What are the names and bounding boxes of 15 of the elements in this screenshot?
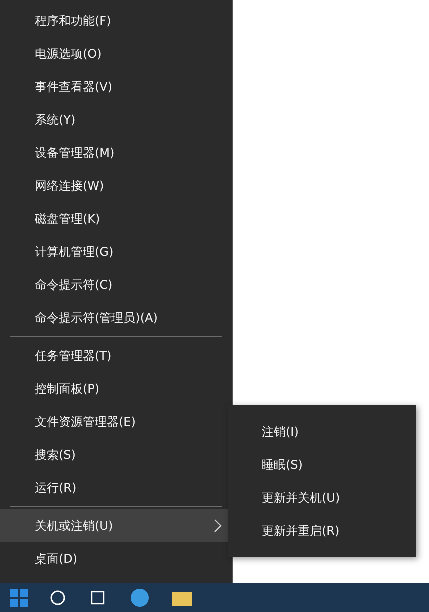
menu-item[interactable]: 计算机管理(G) [0, 235, 232, 268]
menu-item[interactable]: 磁盘管理(K) [0, 202, 232, 235]
menu-item[interactable]: 网络连接(W) [0, 169, 232, 202]
search-icon[interactable] [50, 590, 66, 606]
menu-item[interactable]: 电源选项(O) [0, 37, 232, 70]
menu-item[interactable]: 控制面板(P) [0, 372, 232, 405]
menu-item[interactable]: 事件查看器(V) [0, 70, 232, 103]
menu-item[interactable]: 系统(Y) [0, 103, 232, 136]
app-icon[interactable] [130, 588, 150, 608]
menu-item[interactable]: 设备管理器(M) [0, 136, 232, 169]
menu-item[interactable]: 命令提示符(C) [0, 268, 232, 301]
menu-item[interactable]: 任务管理器(T) [0, 339, 232, 372]
windows-icon[interactable] [10, 588, 28, 606]
menu-item[interactable]: 程序和功能(F) [0, 4, 232, 37]
menu-item[interactable]: 命令提示符(管理员)(A) [0, 301, 232, 334]
